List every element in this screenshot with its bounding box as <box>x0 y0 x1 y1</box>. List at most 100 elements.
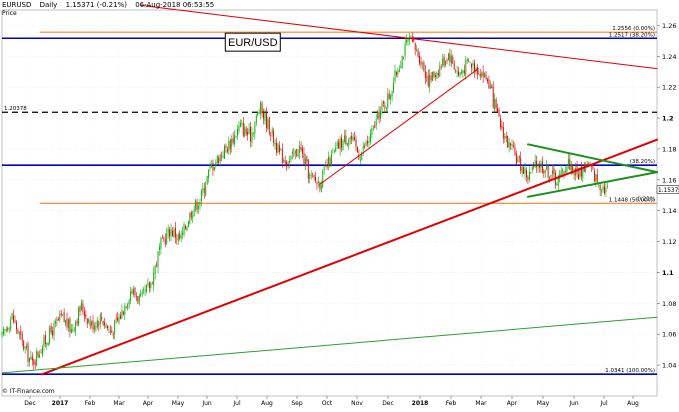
y-tick-label: 1.08 <box>662 300 676 308</box>
candle-body <box>265 111 267 128</box>
candle-body <box>212 163 214 171</box>
candle-body <box>452 56 454 64</box>
candle-body <box>434 75 436 77</box>
candle-body <box>183 224 185 235</box>
candle-body <box>547 164 549 178</box>
y-tick-label: 1.22 <box>662 84 676 92</box>
candle-body <box>153 272 155 286</box>
candle-body <box>98 322 100 326</box>
candle-body <box>419 55 421 64</box>
candle-body <box>343 135 345 142</box>
candle-body <box>369 133 371 142</box>
candle-body <box>135 296 137 298</box>
candle-body <box>549 177 551 180</box>
candle-body <box>445 60 447 66</box>
candle-body <box>209 165 211 169</box>
candle-body <box>514 147 516 155</box>
candle-body <box>416 49 418 51</box>
candle-body <box>278 145 280 152</box>
candle-body <box>322 170 324 188</box>
candle-body <box>271 129 273 134</box>
candle-body <box>515 153 517 165</box>
candle-body <box>70 328 72 333</box>
candle-body <box>206 176 208 185</box>
candle-body <box>260 101 262 114</box>
x-tick-label: Mar <box>113 400 125 407</box>
candle-body <box>281 148 283 163</box>
candle-body <box>2 328 4 334</box>
candle-body <box>192 215 194 218</box>
candle-body <box>104 322 106 326</box>
candle-body <box>43 336 45 347</box>
candle-body <box>242 122 244 136</box>
candle-body <box>109 331 111 333</box>
candle-body <box>5 329 7 331</box>
candle-body <box>565 170 566 173</box>
candle-body <box>495 99 497 109</box>
candle-body <box>199 201 201 206</box>
candle-body <box>307 159 309 179</box>
candle-body <box>566 164 568 172</box>
candle-body <box>486 79 488 82</box>
candle-body <box>439 66 441 77</box>
candle-body <box>154 265 156 275</box>
candle-body <box>456 71 458 73</box>
candle-body <box>309 173 311 179</box>
candle-body <box>219 154 221 162</box>
y-tick-label: 1.24 <box>662 53 676 61</box>
candle-body <box>195 200 197 210</box>
candle-body <box>562 169 564 172</box>
candle-body <box>362 145 364 151</box>
candle-body <box>512 145 514 147</box>
candle-body <box>430 75 432 80</box>
candle-body <box>23 340 25 350</box>
x-tick-label: Apr <box>143 400 154 407</box>
candle-body <box>30 356 32 360</box>
candle-body <box>501 125 503 129</box>
candle-body <box>65 320 67 324</box>
candle-body <box>218 157 220 164</box>
candle-body <box>414 43 416 50</box>
x-tick-label: Aug <box>261 400 273 407</box>
last-price-label: 1.15371 <box>658 188 679 194</box>
candle-body <box>527 177 529 180</box>
candle-body <box>323 166 325 170</box>
header-last-change: 1.15371 (-0.21%) <box>65 1 127 9</box>
candle-body <box>375 118 377 126</box>
candle-body <box>427 75 429 87</box>
candle-body <box>89 321 91 326</box>
candle-body <box>296 148 298 156</box>
candle-body <box>481 73 483 76</box>
candle-body <box>466 59 468 61</box>
candle-body <box>69 318 71 333</box>
candle-body <box>79 305 81 312</box>
candle-body <box>421 63 423 64</box>
candle-body <box>312 173 314 174</box>
candle-body <box>273 130 275 143</box>
candle-body <box>291 151 293 154</box>
candle-body <box>85 314 87 318</box>
candle-body <box>21 334 23 341</box>
candle-body <box>54 321 56 324</box>
candle-body <box>50 325 52 333</box>
candle-body <box>382 101 384 104</box>
candle-body <box>526 169 527 178</box>
candle-body <box>478 73 480 75</box>
candle-body <box>345 135 347 144</box>
candle-body <box>420 61 422 65</box>
candle-body <box>274 142 276 145</box>
candle-body <box>66 318 68 328</box>
candle-body <box>377 110 379 119</box>
candle-body <box>342 140 344 150</box>
candle-body <box>533 165 535 167</box>
candle-body <box>86 318 88 324</box>
candle-body <box>449 53 451 63</box>
candle-body <box>112 333 114 336</box>
candle-body <box>18 332 20 335</box>
candle-body <box>403 57 405 59</box>
candle-body <box>423 62 425 71</box>
candle-body <box>572 164 574 171</box>
candle-body <box>159 247 160 250</box>
x-tick-label: 2018 <box>412 400 429 407</box>
candle-body <box>338 141 340 149</box>
